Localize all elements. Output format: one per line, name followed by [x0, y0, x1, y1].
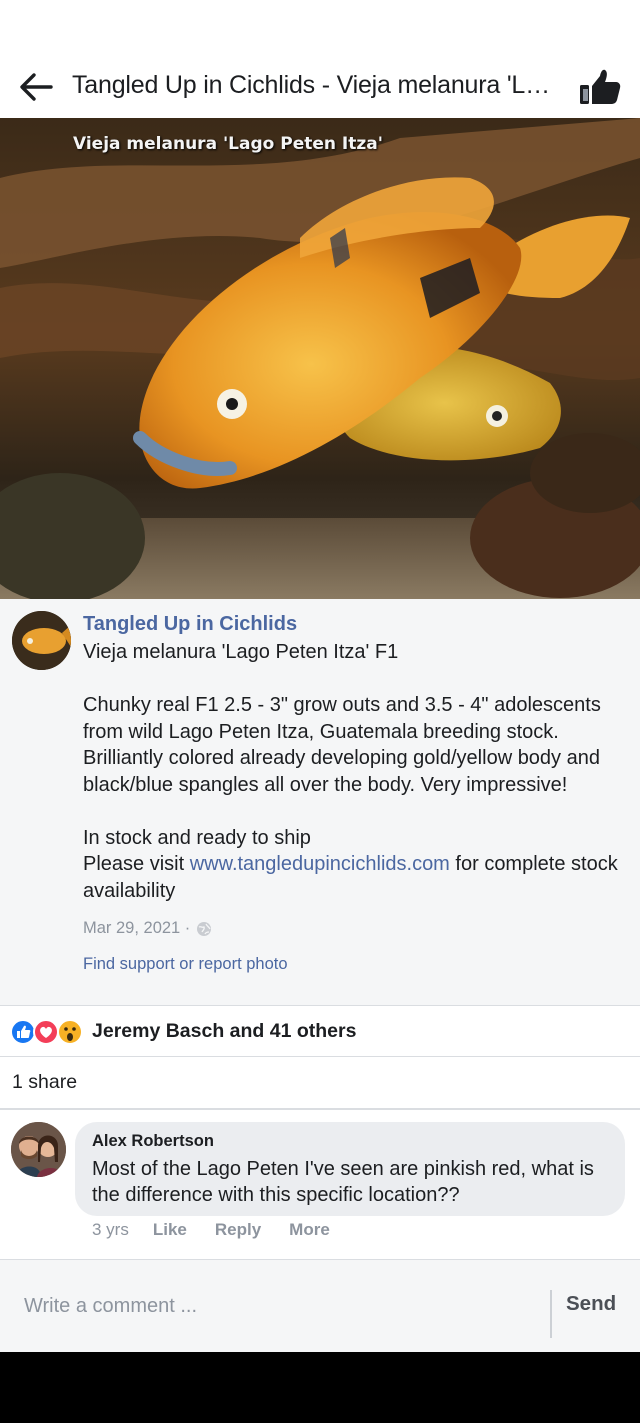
comment-author[interactable]: Alex Robertson	[92, 1132, 214, 1151]
send-button[interactable]: Send	[566, 1292, 616, 1316]
post-caption: Vieja melanura 'Lago Peten Itza' F1 Chun…	[83, 639, 628, 904]
back-arrow-icon	[20, 73, 53, 101]
header-title: Tangled Up in Cichlids - Vieja melanura …	[72, 71, 562, 99]
post-caption-line: Vieja melanura 'Lago Peten Itza' F1	[83, 641, 399, 663]
thumbs-up-icon	[580, 69, 621, 104]
system-nav-bar	[0, 1352, 640, 1423]
post-caption-paragraph: Please visit www.tangledupincichlids.com…	[83, 851, 628, 904]
text-span: Please visit	[83, 853, 190, 875]
globe-icon	[197, 921, 212, 936]
post-caption-line: In stock and ready to ship	[83, 826, 311, 849]
reaction-icons	[10, 1019, 83, 1045]
top-bar: Tangled Up in Cichlids - Vieja melanura …	[0, 56, 640, 118]
commenter-avatar[interactable]	[11, 1122, 66, 1177]
comment-reply-button[interactable]: Reply	[215, 1220, 261, 1240]
page-avatar-image	[12, 611, 71, 670]
commenter-avatar-image	[11, 1122, 66, 1177]
love-icon	[33, 1019, 59, 1045]
website-link[interactable]: www.tangledupincichlids.com	[190, 853, 450, 875]
comment-more-button[interactable]: More	[289, 1220, 330, 1240]
comment-like-button[interactable]: Like	[153, 1220, 187, 1240]
comment-input[interactable]	[0, 1260, 550, 1352]
shares-summary[interactable]: 1 share	[0, 1057, 640, 1107]
comment-actions: 3 yrs Like Reply More	[92, 1220, 358, 1240]
comment-text: Most of the Lago Peten I've seen are pin…	[92, 1158, 594, 1206]
page-name-link[interactable]: Tangled Up in Cichlids	[83, 613, 297, 636]
reactions-text: Jeremy Basch and 41 others	[92, 1020, 357, 1042]
like-icon	[10, 1019, 36, 1045]
post-date: Mar 29, 2021 ·	[83, 919, 191, 937]
comment-composer: Send	[0, 1259, 640, 1352]
back-button[interactable]	[16, 69, 56, 105]
like-button[interactable]	[576, 66, 624, 108]
photo-caption: Vieja melanura 'Lago Peten Itza'	[73, 134, 383, 154]
shares-count: 1 share	[12, 1071, 78, 1093]
post-caption-paragraph: Chunky real F1 2.5 - 3" grow outs and 3.…	[83, 694, 601, 796]
comment-bubble[interactable]: Alex Robertson Most of the Lago Peten I'…	[75, 1122, 625, 1216]
composer-divider	[550, 1290, 552, 1338]
fish-photo-image: Vieja melanura 'Lago Peten Itza'	[0, 118, 640, 599]
post-meta: Mar 29, 2021 ·	[83, 919, 212, 938]
reactions-summary[interactable]: Jeremy Basch and 41 others	[0, 1006, 640, 1056]
page-avatar[interactable]	[12, 611, 71, 670]
post-photo[interactable]: Vieja melanura 'Lago Peten Itza'	[0, 118, 640, 599]
report-photo-link[interactable]: Find support or report photo	[83, 955, 288, 974]
comment-timestamp: 3 yrs	[92, 1220, 129, 1239]
post-details: Tangled Up in Cichlids Vieja melanura 'L…	[0, 599, 640, 1005]
wow-icon	[57, 1019, 83, 1045]
comment-item: Alex Robertson Most of the Lago Peten I'…	[0, 1110, 640, 1258]
